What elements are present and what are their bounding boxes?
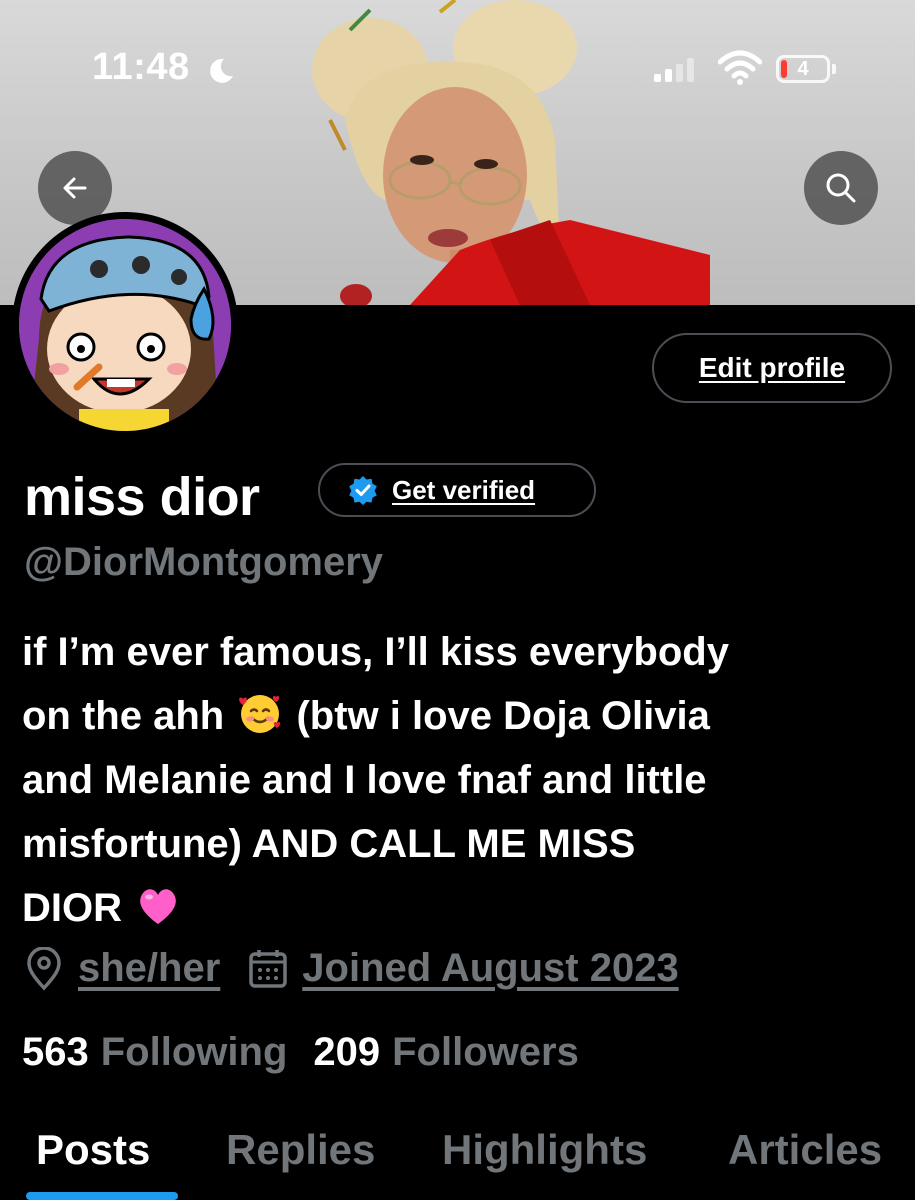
- moon-icon: [210, 58, 233, 83]
- follow-stats: 563 Following 209 Followers: [22, 1030, 605, 1075]
- wifi-icon: [718, 50, 762, 85]
- tab-posts[interactable]: Posts: [36, 1126, 150, 1174]
- joined-item: Joined August 2023: [248, 946, 679, 991]
- profile-meta: she/her Joined August 2023: [24, 946, 707, 991]
- tab-replies[interactable]: Replies: [226, 1126, 375, 1174]
- banner-photo: [312, 0, 710, 305]
- pink-heart-icon: [140, 889, 176, 925]
- get-verified-button[interactable]: Get verified: [318, 463, 596, 517]
- location-item[interactable]: she/her: [24, 946, 220, 991]
- bio-line: and Melanie and I love fnaf and little: [22, 758, 707, 802]
- bio-line: on the ahh (btw i love Doja Olivia: [22, 684, 902, 748]
- bio-line: misfortune) AND CALL ME MISS: [22, 822, 636, 866]
- followers-label[interactable]: Followers: [392, 1030, 579, 1075]
- tab-highlights[interactable]: Highlights: [442, 1126, 647, 1174]
- edit-profile-button[interactable]: Edit profile: [652, 333, 892, 403]
- avatar-cartoon: [19, 219, 231, 431]
- pronouns-link[interactable]: she/her: [78, 946, 220, 991]
- bio-line: DIOR: [22, 876, 902, 940]
- calendar-icon: [249, 949, 288, 988]
- bio-text: (btw i love Doja Olivia: [296, 694, 710, 738]
- get-verified-label: Get verified: [392, 474, 536, 505]
- signal-icon: [654, 58, 694, 82]
- joined-date[interactable]: Joined August 2023: [302, 946, 678, 991]
- verified-badge-icon: [349, 476, 377, 505]
- followers-count[interactable]: 209: [313, 1030, 380, 1075]
- avatar-image: [19, 219, 231, 431]
- active-tab-indicator: [26, 1192, 178, 1200]
- battery-tip: [832, 64, 836, 74]
- status-time: 11:48: [92, 46, 190, 88]
- profile-handle: @DiorMontgomery: [24, 540, 384, 584]
- profile-tabs: Posts Replies Highlights Articles: [0, 1118, 915, 1200]
- arrow-left-icon: [63, 177, 87, 199]
- avatar[interactable]: [12, 212, 238, 438]
- search-button[interactable]: [804, 151, 878, 225]
- following-label[interactable]: Following: [101, 1030, 288, 1075]
- smiling-face-with-hearts-icon: [239, 695, 281, 734]
- tab-articles[interactable]: Articles: [728, 1126, 882, 1174]
- search-icon: [826, 173, 856, 203]
- battery-level: 4: [797, 57, 809, 80]
- profile-bio: if I’m ever famous, I’ll kiss everybody …: [22, 620, 902, 940]
- display-name: miss dior: [24, 467, 260, 527]
- following-count[interactable]: 563: [22, 1030, 89, 1075]
- bio-line: if I’m ever famous, I’ll kiss everybody: [22, 630, 729, 674]
- bio-text: DIOR: [22, 886, 122, 930]
- battery-icon: 4: [776, 55, 830, 83]
- bio-text: on the ahh: [22, 694, 225, 738]
- location-pin-icon: [27, 946, 61, 991]
